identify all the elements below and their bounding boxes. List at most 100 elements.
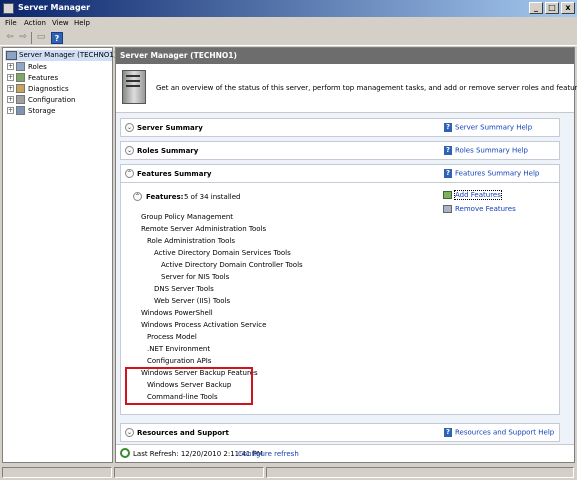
section-title: Resources and Support [137, 429, 229, 437]
roles-summary-section[interactable]: ⌄ Roles Summary ? Roles Summary Help [120, 141, 560, 160]
configure-refresh-link[interactable]: Configure refresh [238, 450, 299, 458]
expand-icon[interactable]: + [7, 63, 14, 70]
feature-item: Active Directory Domain Controller Tools [161, 261, 303, 269]
help-link-text[interactable]: Features Summary Help [455, 170, 539, 178]
feature-item: DNS Server Tools [154, 285, 214, 293]
intro-text: Get an overview of the status of this se… [156, 84, 577, 92]
minimize-button[interactable]: _ [529, 2, 543, 14]
menu-action[interactable]: Action [24, 19, 46, 27]
feature-item: Server for NIS Tools [161, 273, 230, 281]
main-header: Server Manager (TECHNO1) [116, 48, 574, 64]
roles-summary-help-link[interactable]: ? Roles Summary Help [444, 146, 528, 155]
diagnostics-icon [16, 84, 25, 93]
refresh-status-line: Last Refresh: 12/20/2010 2:11:41 PM Conf… [116, 444, 574, 462]
window-controls: _ □ x [529, 2, 575, 14]
feature-item: .NET Environment [147, 345, 211, 353]
menu-bar: File Action View Help [0, 17, 577, 30]
tree-item-label: Diagnostics [28, 85, 69, 93]
expand-chevron-icon[interactable]: ⌄ [125, 428, 134, 437]
tree-item-label: Features [28, 74, 59, 82]
remove-features-icon [443, 205, 452, 213]
tree-root-label: Server Manager (TECHNO1) [19, 51, 117, 59]
remove-features-link[interactable]: Remove Features [455, 205, 516, 213]
help-link-text[interactable]: Server Summary Help [455, 124, 532, 132]
expand-chevron-icon[interactable]: ⌄ [125, 146, 134, 155]
help-icon: ? [444, 428, 452, 437]
forward-arrow-icon[interactable]: ⇨ [17, 32, 29, 44]
menu-view[interactable]: View [52, 19, 69, 27]
title-bar: Server Manager _ □ x [0, 0, 577, 17]
section-title: Roles Summary [137, 147, 199, 155]
resources-support-help-link[interactable]: ? Resources and Support Help [444, 428, 554, 437]
refresh-icon [120, 448, 130, 458]
resources-support-section[interactable]: ⌄ Resources and Support ? Resources and S… [120, 423, 560, 442]
highlight-box [125, 367, 253, 405]
remove-features-action[interactable]: Remove Features [443, 205, 516, 213]
feature-item: Role Administration Tools [147, 237, 235, 245]
server-manager-app-icon[interactable] [3, 3, 14, 14]
status-panel [114, 467, 264, 478]
add-features-icon [443, 191, 452, 199]
features-icon [16, 73, 25, 82]
menu-help[interactable]: Help [74, 19, 90, 27]
features-summary-section[interactable]: ⌃ Features Summary ? Features Summary Hel… [120, 164, 560, 183]
tree-item-roles[interactable]: + Roles [7, 62, 107, 72]
storage-icon [16, 106, 25, 115]
feature-item: Windows Process Activation Service [141, 321, 267, 329]
expand-icon[interactable]: + [7, 96, 14, 103]
collapse-chevron-icon[interactable]: ⌃ [133, 192, 142, 201]
toolbar: ⇦ ⇨ ▭ ? [0, 30, 577, 46]
status-panel [2, 467, 112, 478]
features-installed-count: 5 of 34 installed [184, 193, 241, 201]
feature-item: Windows PowerShell [141, 309, 213, 317]
feature-item: Configuration APIs [147, 357, 212, 365]
feature-item: Web Server (IIS) Tools [154, 297, 231, 305]
tree-item-label: Roles [28, 63, 47, 71]
navigation-tree: Server Manager (TECHNO1) + Roles + Featu… [2, 47, 117, 463]
feature-item: Remote Server Administration Tools [141, 225, 267, 233]
features-label: Features: [146, 193, 184, 201]
help-link-text[interactable]: Roles Summary Help [455, 147, 528, 155]
help-link-text[interactable]: Resources and Support Help [455, 429, 554, 437]
status-bar [0, 465, 577, 480]
main-pane: Server Manager (TECHNO1) Get an overview… [115, 47, 577, 463]
show-hide-tree-icon[interactable]: ▭ [35, 32, 47, 44]
roles-icon [16, 62, 25, 71]
server-tower-icon [122, 70, 146, 104]
tree-item-features[interactable]: + Features [7, 73, 107, 83]
tree-item-storage[interactable]: + Storage [7, 106, 107, 116]
section-title: Features Summary [137, 170, 212, 178]
tree-item-label: Configuration [28, 96, 76, 104]
tree-root-server-manager[interactable]: Server Manager (TECHNO1) [5, 50, 117, 61]
help-icon[interactable]: ? [51, 32, 63, 44]
feature-item: Active Directory Domain Services Tools [154, 249, 291, 257]
collapse-chevron-icon[interactable]: ⌃ [125, 169, 134, 178]
feature-item: Process Model [147, 333, 197, 341]
back-arrow-icon[interactable]: ⇦ [4, 32, 16, 44]
add-features-action[interactable]: Add Features [443, 190, 502, 200]
help-icon: ? [444, 146, 452, 155]
features-summary-help-link[interactable]: ? Features Summary Help [444, 169, 539, 178]
expand-icon[interactable]: + [7, 107, 14, 114]
server-icon [6, 51, 17, 60]
features-summary-body: ⌃ Features: 5 of 34 installed Add Featur… [120, 183, 560, 415]
expand-icon[interactable]: + [7, 85, 14, 92]
help-icon: ? [444, 123, 452, 132]
expand-chevron-icon[interactable]: ⌄ [125, 123, 134, 132]
tree-item-configuration[interactable]: + Configuration [7, 95, 107, 105]
configuration-icon [16, 95, 25, 104]
tree-item-diagnostics[interactable]: + Diagnostics [7, 84, 107, 94]
maximize-button[interactable]: □ [545, 2, 559, 14]
expand-icon[interactable]: + [7, 74, 14, 81]
toolbar-separator [31, 32, 32, 44]
window-title: Server Manager [18, 3, 91, 12]
server-summary-help-link[interactable]: ? Server Summary Help [444, 123, 532, 132]
intro-panel: Get an overview of the status of this se… [116, 64, 577, 112]
menu-file[interactable]: File [5, 19, 17, 27]
main-header-title: Server Manager (TECHNO1) [120, 51, 237, 60]
close-button[interactable]: x [561, 2, 575, 14]
add-features-link[interactable]: Add Features [454, 190, 502, 200]
status-panel [266, 467, 574, 478]
section-title: Server Summary [137, 124, 203, 132]
server-summary-section[interactable]: ⌄ Server Summary ? Server Summary Help [120, 118, 560, 137]
